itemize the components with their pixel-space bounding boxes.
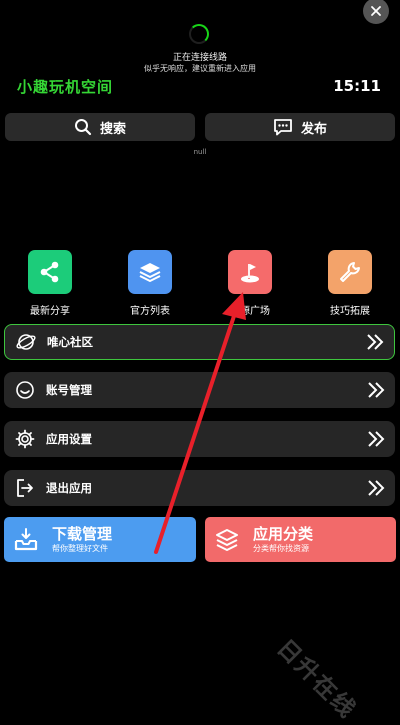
connection-status: 正在连接线路 <box>172 53 227 63</box>
watermark: 日升在线 <box>271 634 361 725</box>
app-title: 小趣玩机空间 <box>17 78 114 96</box>
stack-icon <box>213 526 241 554</box>
menu-item-label: 退出应用 <box>46 481 92 495</box>
grid-label: 技巧拓展 <box>330 306 370 317</box>
search-button[interactable]: 搜索 <box>5 113 195 141</box>
exit-icon <box>14 477 36 499</box>
gear-icon <box>14 428 36 450</box>
grid-item-resource-square[interactable]: 资源广场 <box>200 250 300 317</box>
double-chevron-right-icon <box>366 334 384 350</box>
grid-item-official-list[interactable]: 官方列表 <box>100 250 200 317</box>
search-label: 搜索 <box>99 121 126 137</box>
grid-label: 官方列表 <box>130 306 170 317</box>
app-categories-card[interactable]: 应用分类 分类帮你找资源 <box>205 517 396 562</box>
download-manager-card[interactable]: 下载管理 帮你整理好文件 <box>4 517 196 562</box>
menu-item-account[interactable]: 账号管理 <box>4 372 395 408</box>
double-chevron-right-icon <box>367 431 385 447</box>
connection-hint: 似乎无响应，建议重新进入应用 <box>144 64 256 73</box>
double-chevron-right-icon <box>367 382 385 398</box>
grid-label: 资源广场 <box>230 306 270 317</box>
notice-text: null <box>193 148 207 156</box>
search-icon <box>74 119 92 136</box>
menu-item-label: 账号管理 <box>46 383 92 397</box>
menu-item-label: 唯心社区 <box>47 335 93 349</box>
grid-label: 最新分享 <box>30 306 70 317</box>
wrench-icon <box>328 250 372 294</box>
grid-item-tips-extension[interactable]: 技巧拓展 <box>300 250 400 317</box>
card-title: 应用分类 <box>253 525 314 543</box>
close-button[interactable] <box>363 0 389 24</box>
card-title: 下载管理 <box>52 525 113 543</box>
layers-icon <box>128 250 172 294</box>
double-chevron-right-icon <box>367 480 385 496</box>
menu-item-community[interactable]: 唯心社区 <box>4 324 395 360</box>
location-flag-icon <box>228 250 272 294</box>
grid-item-latest-share[interactable]: 最新分享 <box>0 250 100 317</box>
smiley-icon <box>14 379 36 401</box>
menu-item-settings[interactable]: 应用设置 <box>4 421 395 457</box>
chat-bubble-icon <box>274 119 292 136</box>
card-subtitle: 分类帮你找资源 <box>253 544 309 553</box>
clock: 15:11 <box>333 77 381 95</box>
publish-label: 发布 <box>300 121 327 137</box>
download-tray-icon <box>12 526 40 554</box>
share-icon <box>28 250 72 294</box>
close-icon <box>371 6 381 16</box>
menu-item-exit[interactable]: 退出应用 <box>4 470 395 506</box>
publish-button[interactable]: 发布 <box>205 113 395 141</box>
loading-spinner <box>189 24 209 44</box>
menu-item-label: 应用设置 <box>46 432 92 446</box>
planet-icon <box>15 331 37 353</box>
card-subtitle: 帮你整理好文件 <box>52 544 108 553</box>
